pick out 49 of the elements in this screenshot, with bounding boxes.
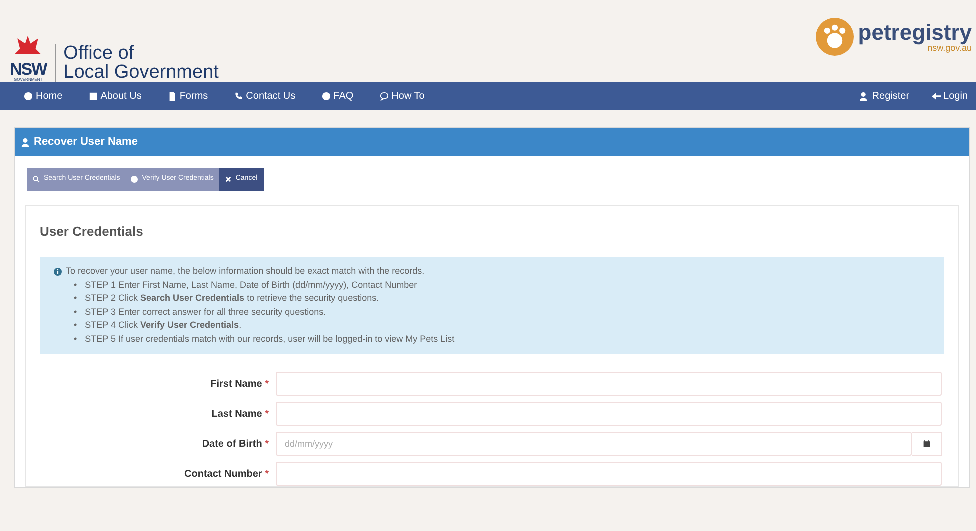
field-label: Last Name: [212, 408, 262, 420]
nav-link[interactable]: Forms: [168, 88, 208, 104]
field-label: Date of Birth: [202, 438, 262, 450]
org-name: Local Government: [64, 63, 219, 82]
nav-link[interactable]: Login: [932, 88, 968, 104]
step-text: STEP 3 Enter correct answer for all three security questions.: [85, 306, 326, 319]
required-mark: *: [265, 468, 269, 480]
user-icon: [860, 92, 870, 100]
close-icon: [224, 176, 232, 183]
required-mark: *: [265, 438, 269, 450]
nav-link[interactable]: Home: [24, 88, 63, 104]
step-text: STEP 2 Click Search User Credentials to retrieve the security questions.: [85, 292, 380, 305]
bullet: •: [74, 332, 78, 346]
info-text: To recover your user name, the below information should be exact match with the records.: [66, 265, 425, 278]
step-text: STEP 5 If user credentials match with our records, user will be logged-in to view My Pets List: [85, 332, 455, 346]
chat-icon: [380, 92, 389, 100]
search-icon: [33, 176, 40, 183]
calendar-icon: [922, 440, 930, 448]
nav-link[interactable]: Register: [860, 88, 910, 104]
phone-icon: [234, 92, 244, 100]
bullet: •: [74, 306, 78, 318]
field-label: Contact Number: [184, 468, 262, 480]
paw-icon: [816, 18, 854, 56]
required-mark: *: [265, 378, 269, 390]
input-field[interactable]: [276, 372, 942, 396]
input-field[interactable]: [276, 402, 942, 426]
nav-link[interactable]: How To: [380, 88, 425, 104]
login-icon: [932, 92, 941, 100]
nav-link[interactable]: About Us: [88, 88, 142, 104]
input-field[interactable]: [276, 462, 942, 486]
bullet: •: [74, 278, 78, 292]
org-name: Office of: [64, 44, 136, 63]
document-icon: [168, 92, 177, 100]
user-icon: [21, 138, 30, 146]
date-field[interactable]: dd/mm/yyyy: [276, 432, 912, 456]
field-label: First Name: [210, 378, 262, 390]
required-mark: *: [265, 408, 269, 420]
panel-title: Recover User Name: [34, 134, 138, 150]
site-logo-name: petregistry: [858, 22, 972, 44]
bullet: •: [74, 292, 78, 305]
nav-link[interactable]: Contact Us: [234, 88, 296, 104]
info-icon: [54, 268, 62, 276]
bullet: •: [74, 319, 78, 332]
section-title: User Credentials: [39, 222, 144, 240]
step-text: STEP 4 Click Verify User Credentials.: [85, 319, 242, 332]
step-text: STEP 1 Enter First Name, Last Name, Date of Birth (dd/mm/yyyy), Contact Number: [85, 278, 418, 292]
nsw-logo-text: NSW: [10, 62, 47, 77]
nav-link[interactable]: FAQ: [322, 88, 354, 104]
site-logo-domain: nsw.gov.au: [928, 44, 972, 52]
